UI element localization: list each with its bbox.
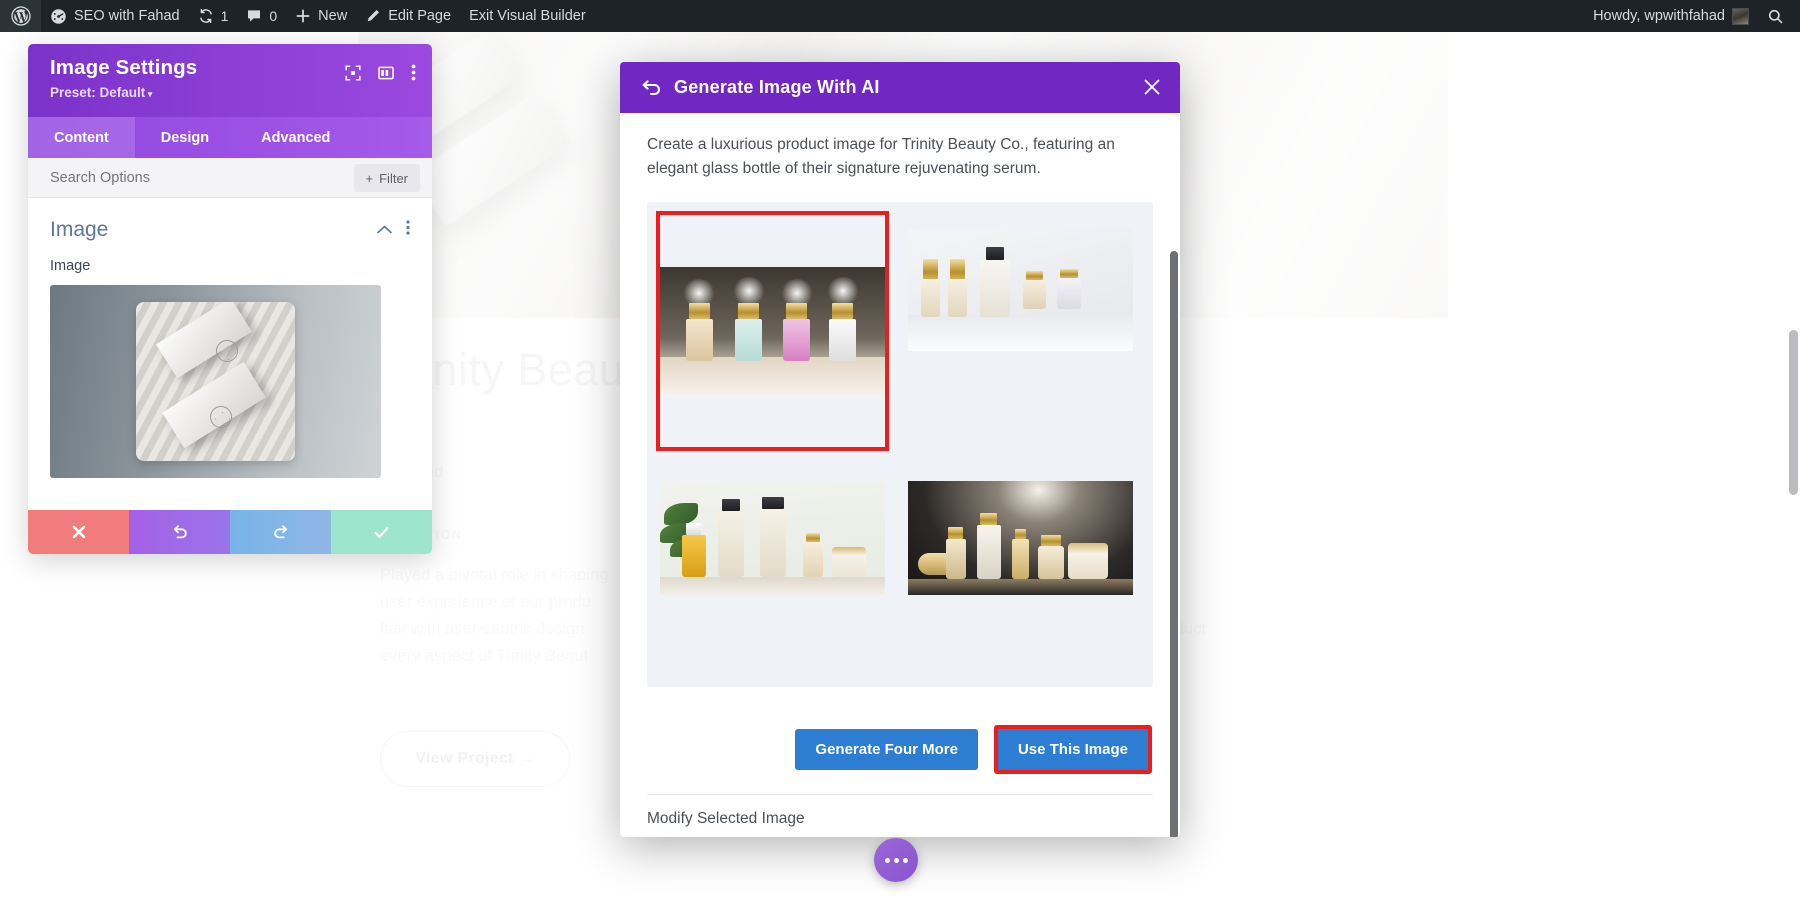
- section-more-options-icon[interactable]: [406, 220, 410, 240]
- use-this-image-highlight: Use This Image: [993, 725, 1152, 774]
- dashboard-icon: [50, 8, 67, 25]
- use-this-image-button[interactable]: Use This Image: [997, 729, 1148, 770]
- ai-image-1-thumbnail: [660, 267, 885, 395]
- plus-icon: [295, 8, 311, 24]
- updates-menu[interactable]: 1: [189, 0, 238, 32]
- ai-modal-actions: Generate Four More Use This Image: [620, 725, 1180, 774]
- pencil-icon: [365, 8, 381, 24]
- search-options-row: + Filter: [28, 158, 432, 198]
- expand-icon[interactable]: [345, 64, 361, 81]
- more-options-icon: [884, 857, 890, 863]
- more-options-icon[interactable]: [411, 64, 416, 81]
- generate-four-more-button[interactable]: Generate Four More: [795, 729, 978, 770]
- image-section-controls: [377, 220, 410, 240]
- settings-tabs: Content Design Advanced: [28, 117, 432, 158]
- ai-results-grid: [647, 202, 1153, 687]
- image-section-title: Image: [50, 218, 109, 241]
- edit-page-label: Edit Page: [388, 8, 452, 24]
- chevron-down-icon: ▾: [145, 89, 153, 99]
- exit-visual-builder-button[interactable]: Exit Visual Builder: [460, 0, 595, 32]
- avatar: [1732, 7, 1749, 25]
- image-field-label: Image: [50, 258, 91, 274]
- redo-button[interactable]: [230, 510, 331, 554]
- comments-count: 0: [269, 8, 278, 24]
- tab-content[interactable]: Content: [28, 117, 135, 158]
- site-name-menu[interactable]: SEO with Fahad: [41, 0, 189, 32]
- preset-selector[interactable]: Preset: Default ▾: [50, 85, 415, 100]
- image-upload-preview[interactable]: [50, 285, 381, 478]
- search-icon: [1767, 8, 1784, 25]
- save-button[interactable]: [331, 510, 432, 554]
- ai-image-option-1[interactable]: [656, 211, 889, 451]
- check-icon: [374, 526, 389, 538]
- ai-modal-body: Create a luxurious product image for Tri…: [620, 113, 1180, 837]
- right-gutter: [1448, 32, 1800, 900]
- ai-image-4-thumbnail: [908, 481, 1133, 595]
- redo-icon: [273, 525, 287, 539]
- divi-builder-fab[interactable]: [874, 838, 918, 882]
- layout-columns-icon[interactable]: [378, 65, 394, 81]
- updates-count: 1: [220, 8, 229, 24]
- updates-icon: [198, 8, 214, 24]
- undo-button[interactable]: [129, 510, 230, 554]
- image-section: Image Image: [28, 198, 432, 478]
- ai-modal-divider: [647, 794, 1153, 795]
- modify-selected-image-label: Modify Selected Image: [647, 810, 805, 827]
- ai-modal-scrollbar-thumb[interactable]: [1170, 251, 1178, 837]
- undo-icon: [173, 525, 187, 539]
- close-icon[interactable]: [1140, 75, 1164, 99]
- my-account-menu[interactable]: Howdy, wpwithfahad: [1584, 0, 1758, 32]
- ai-image-option-4[interactable]: [908, 455, 1133, 687]
- site-name-label: SEO with Fahad: [74, 8, 180, 24]
- new-label: New: [318, 8, 348, 24]
- image-section-header: Image: [50, 218, 410, 258]
- ai-modal-header: Generate Image With AI: [620, 62, 1180, 113]
- ai-image-3-thumbnail: [660, 481, 885, 595]
- settings-panel-header: Image Settings Preset: Default ▾: [28, 44, 432, 117]
- howdy-label: Howdy, wpwithfahad: [1593, 8, 1725, 24]
- plus-icon: +: [365, 170, 374, 186]
- search-options-input[interactable]: [50, 169, 330, 186]
- ai-modal-title: Generate Image With AI: [674, 77, 880, 97]
- back-arrow-icon[interactable]: [642, 79, 661, 96]
- settings-panel-header-icons: [345, 64, 416, 81]
- filter-label: Filter: [379, 170, 408, 186]
- page-scrollbar-thumb[interactable]: [1789, 330, 1798, 495]
- new-content-menu[interactable]: New: [286, 0, 356, 32]
- ai-modal-scrollbar[interactable]: [1170, 195, 1178, 837]
- wordpress-logo-icon[interactable]: [0, 0, 41, 32]
- preset-label: Preset: Default: [50, 85, 146, 100]
- more-options-icon: [902, 857, 908, 863]
- ai-image-option-2[interactable]: [908, 215, 1133, 447]
- view-project-button[interactable]: View Project →: [380, 731, 570, 787]
- comment-bubble-icon: [246, 8, 262, 24]
- edit-page-menu[interactable]: Edit Page: [356, 0, 460, 32]
- wp-admin-bar: SEO with Fahad 1 0 New Edit Page Exit Vi…: [0, 0, 1800, 32]
- tab-design[interactable]: Design: [135, 117, 235, 158]
- tab-advanced[interactable]: Advanced: [235, 117, 356, 158]
- comments-menu[interactable]: 0: [237, 0, 286, 32]
- cancel-button[interactable]: [28, 510, 129, 554]
- image-settings-panel: Image Settings Preset: Default ▾ Content…: [28, 44, 432, 554]
- close-icon: [72, 525, 85, 539]
- exit-visual-builder-label: Exit Visual Builder: [469, 8, 586, 24]
- ai-prompt-text: Create a luxurious product image for Tri…: [647, 136, 1115, 177]
- more-options-icon: [893, 857, 899, 863]
- filter-button[interactable]: + Filter: [353, 164, 420, 192]
- generate-image-with-ai-modal: Generate Image With AI Create a luxuriou…: [620, 62, 1180, 837]
- ai-image-2-thumbnail: [908, 229, 1133, 351]
- image-thumbnail: [136, 302, 295, 461]
- ai-image-option-3[interactable]: [660, 455, 885, 687]
- admin-search-button[interactable]: [1758, 0, 1800, 32]
- chevron-up-icon[interactable]: [377, 221, 392, 239]
- settings-panel-footer: [28, 510, 432, 554]
